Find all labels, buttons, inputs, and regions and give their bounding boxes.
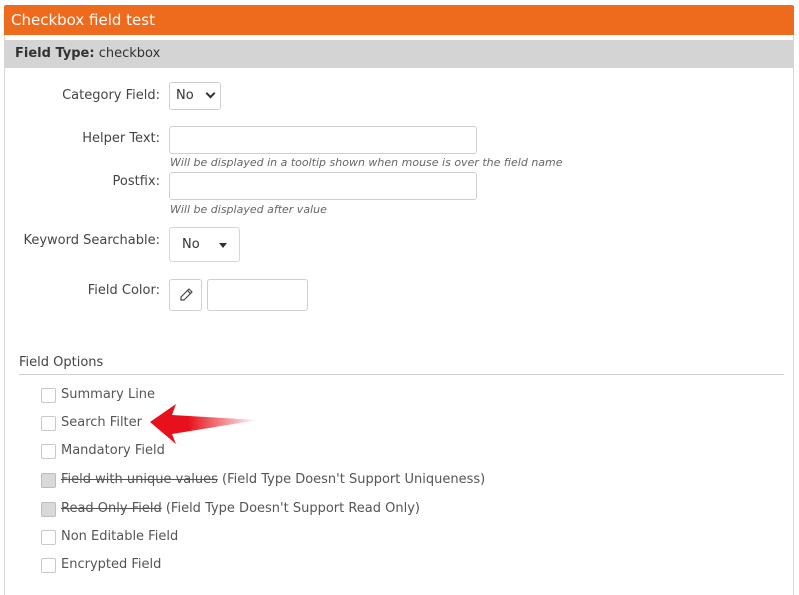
field-option-checkbox[interactable] [41, 388, 56, 403]
field-option-checkbox[interactable] [41, 444, 56, 459]
keyword-searchable-value: No [182, 237, 200, 252]
field-option-note: (Field Type Doesn't Support Read Only) [165, 501, 421, 516]
field-option-text: Search Filter [61, 415, 142, 430]
field-option-label: Non Editable Field [61, 529, 178, 544]
field-option-label: Search Filter [61, 415, 142, 430]
category-field-select[interactable]: No [169, 82, 221, 110]
field-option-label: Read Only Field (Field Type Doesn't Supp… [61, 501, 420, 516]
field-type-value: checkbox [98, 46, 161, 61]
field-color-label: Field Color: [87, 283, 160, 298]
field-option-label: Summary Line [61, 387, 155, 402]
field-option-text: Encrypted Field [61, 557, 162, 572]
field-option-checkbox [41, 473, 56, 488]
eyedropper-icon [180, 288, 193, 301]
keyword-searchable-dropdown[interactable]: No [169, 227, 240, 262]
field-option-text: Summary Line [61, 387, 156, 402]
field-option-text: Field with unique values [61, 472, 218, 487]
window-title: Checkbox field test [4, 5, 794, 35]
field-option-note: (Field Type Doesn't Support Uniqueness) [222, 472, 486, 487]
color-picker-button[interactable] [169, 279, 202, 311]
keyword-searchable-label: Keyword Searchable: [23, 233, 160, 248]
category-field-label: Category Field: [62, 88, 160, 103]
postfix-label: Postfix: [112, 174, 160, 189]
field-option-checkbox[interactable] [41, 416, 56, 431]
field-editor-panel: Field Type: checkbox Category Field: No … [4, 35, 794, 595]
postfix-hint: Will be displayed after value [170, 203, 327, 216]
field-option-text: Mandatory Field [61, 443, 165, 458]
postfix-input[interactable] [169, 172, 477, 200]
field-color-input[interactable] [207, 279, 308, 311]
red-arrow-icon [150, 404, 258, 444]
section-divider [19, 374, 784, 375]
field-option-label: Field with unique values (Field Type Doe… [61, 472, 485, 487]
field-option-text: Non Editable Field [61, 529, 179, 544]
chevron-down-icon [205, 88, 216, 99]
field-option-text: Read Only Field [61, 501, 162, 516]
field-option-checkbox[interactable] [41, 530, 56, 545]
caret-down-icon [219, 243, 227, 248]
field-options-title: Field Options [19, 355, 104, 370]
field-option-label: Encrypted Field [61, 557, 161, 572]
helper-text-hint: Will be displayed in a tooltip shown whe… [170, 156, 563, 169]
field-type-bar: Field Type: checkbox [5, 40, 793, 68]
field-option-checkbox [41, 502, 56, 517]
category-field-value: No [176, 88, 194, 103]
helper-text-input[interactable] [169, 126, 477, 154]
field-option-checkbox[interactable] [41, 558, 56, 573]
field-type-label: Field Type: [15, 46, 95, 61]
helper-text-label: Helper Text: [82, 131, 160, 146]
field-option-label: Mandatory Field [61, 443, 165, 458]
